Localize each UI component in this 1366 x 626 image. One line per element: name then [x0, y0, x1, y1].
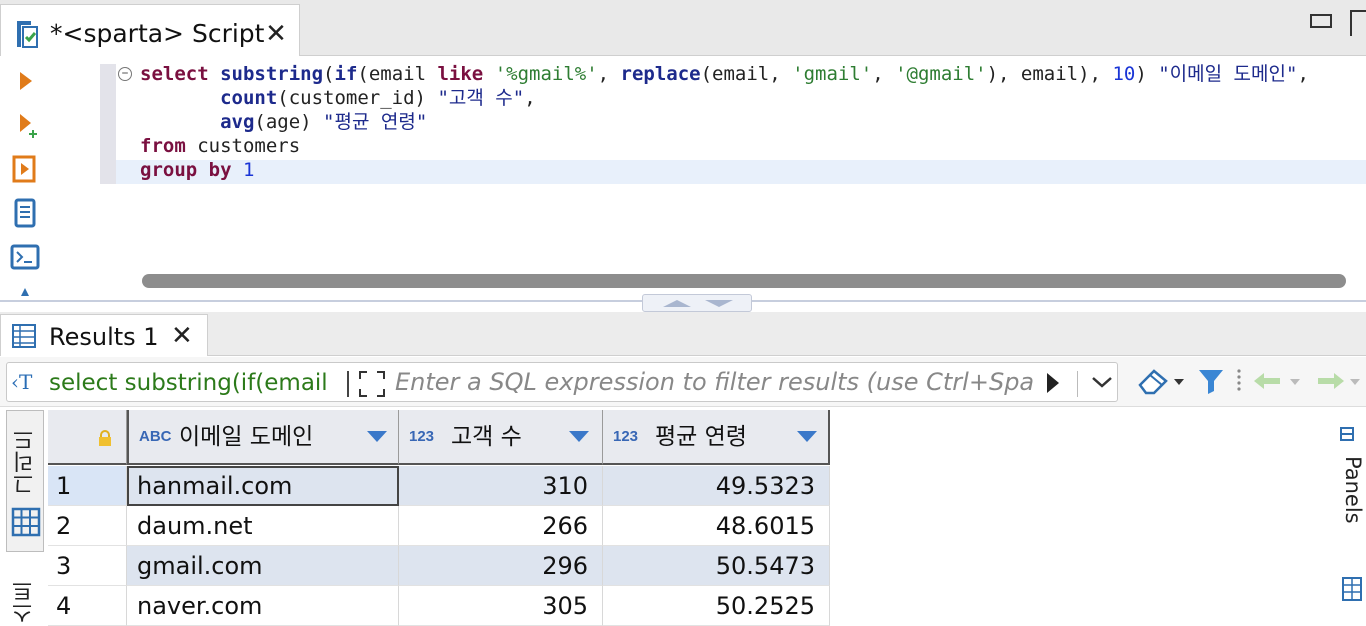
- filter-icon[interactable]: [1196, 365, 1226, 397]
- cell-email-domain[interactable]: daum.net: [127, 506, 399, 546]
- lock-icon: [99, 430, 111, 446]
- splitter-handle[interactable]: [642, 294, 752, 312]
- table-row[interactable]: 4 naver.com 305 50.2525: [48, 586, 830, 626]
- eraser-icon[interactable]: [1136, 365, 1186, 397]
- tab-results-1[interactable]: Results 1 ✕: [0, 314, 208, 356]
- results-tab-title: Results 1: [49, 323, 159, 351]
- filter-box: ‹T select substring(if(email: [6, 362, 1118, 402]
- execute-statement-icon[interactable]: [8, 64, 42, 98]
- sort-arrow-icon[interactable]: [569, 431, 589, 442]
- column-header-customer-count[interactable]: 123 고객 수: [399, 410, 603, 465]
- row-number[interactable]: 3: [48, 546, 127, 586]
- code-line-2: count(customer_id) "고객 수",: [220, 87, 536, 109]
- execute-in-new-tab-icon[interactable]: [8, 108, 42, 142]
- row-number[interactable]: 2: [48, 506, 127, 546]
- code-line-1: select substring(if(email like '%gmail%'…: [140, 63, 1309, 85]
- row-number[interactable]: 4: [48, 586, 127, 626]
- sql-script-icon: [17, 21, 38, 48]
- more-tools-icon[interactable]: [8, 282, 42, 300]
- maximize-icon[interactable]: [1350, 10, 1366, 36]
- execute-script-icon[interactable]: [8, 152, 42, 186]
- abc-type-icon: ABC: [139, 428, 172, 445]
- minimize-icon[interactable]: [1310, 14, 1332, 28]
- number-type-icon: 123: [613, 428, 639, 445]
- separator: [1077, 371, 1078, 397]
- play-icon[interactable]: [1047, 373, 1059, 393]
- statement-ruler: [100, 64, 116, 184]
- expand-icon[interactable]: [357, 369, 387, 399]
- cell-email-domain[interactable]: naver.com: [127, 586, 399, 626]
- text-source-icon: ‹T: [11, 370, 33, 394]
- number-type-icon: 123: [409, 428, 435, 445]
- tab-grid-view[interactable]: 그리드: [6, 410, 44, 552]
- column-header-email-domain[interactable]: ABC 이메일 도메인: [127, 410, 399, 465]
- cell-average-age[interactable]: 49.5323: [603, 466, 830, 506]
- console-icon[interactable]: [8, 240, 42, 274]
- forward-arrow-icon[interactable]: [1310, 365, 1362, 397]
- panels-side-tab[interactable]: Panels: [1340, 420, 1366, 626]
- code-line-4: from customers: [140, 135, 301, 157]
- code-line-5: group by 1: [140, 159, 255, 181]
- cell-average-age[interactable]: 48.6015: [603, 506, 830, 546]
- table-icon: [12, 324, 36, 348]
- drag-handle-icon: [1237, 369, 1241, 391]
- grid-tab-label: 그리드: [13, 429, 38, 495]
- table-row[interactable]: 1 hanmail.com 310 49.5323: [48, 466, 830, 506]
- cell-email-domain[interactable]: gmail.com: [127, 546, 399, 586]
- editor-side-toolbar: [0, 56, 50, 300]
- sql-code[interactable]: select substring(if(email like '%gmail%'…: [140, 62, 1309, 182]
- query-source-label[interactable]: select substring(if(email: [49, 369, 328, 397]
- grid-icon: [11, 507, 41, 537]
- column-header-label: 고객 수: [451, 424, 522, 450]
- cell-average-age[interactable]: 50.5473: [603, 546, 830, 586]
- cell-customer-count[interactable]: 296: [399, 546, 603, 586]
- table-row[interactable]: 2 daum.net 266 48.6015: [48, 506, 830, 546]
- column-header-label: 이메일 도메인: [179, 424, 314, 450]
- panels-icon: [1340, 427, 1354, 441]
- column-header-label: 평균 연령: [655, 424, 747, 450]
- chevron-down-icon[interactable]: [1085, 365, 1119, 399]
- panels-label: Panels: [1341, 456, 1365, 524]
- results-tab-bar: Results 1 ✕: [0, 312, 1366, 356]
- row-number[interactable]: 1: [48, 466, 127, 506]
- text-tab-label: 스트: [12, 580, 37, 624]
- horizontal-scrollbar[interactable]: [142, 274, 1346, 288]
- sort-arrow-icon[interactable]: [367, 431, 387, 442]
- maximize-restore-icon: [663, 300, 733, 307]
- tab-sparta-script[interactable]: *<sparta> Script ✕: [0, 4, 300, 56]
- tab-text-view[interactable]: 스트: [6, 566, 44, 626]
- cell-customer-count[interactable]: 305: [399, 586, 603, 626]
- cell-customer-count[interactable]: 266: [399, 506, 603, 546]
- filter-expression-input[interactable]: [395, 366, 1041, 398]
- cell-customer-count[interactable]: 310: [399, 466, 603, 506]
- row-number-header[interactable]: [48, 410, 127, 465]
- code-line-3: avg(age) "평균 연령": [220, 111, 428, 133]
- sql-editor[interactable]: – select substring(if(email like '%gmail…: [50, 56, 1366, 300]
- collapse-icon[interactable]: –: [118, 66, 132, 81]
- explain-plan-icon[interactable]: [8, 196, 42, 230]
- separator: [347, 371, 349, 397]
- cell-email-domain[interactable]: hanmail.com: [127, 466, 399, 506]
- table-row[interactable]: 3 gmail.com 296 50.5473: [48, 546, 830, 586]
- close-icon[interactable]: ✕: [171, 323, 193, 349]
- tab-title: *<sparta> Script: [50, 19, 265, 48]
- editor-tab-bar: *<sparta> Script ✕: [0, 0, 1366, 56]
- panel-grid-icon: [1342, 577, 1362, 601]
- close-icon[interactable]: ✕: [263, 21, 289, 47]
- sort-arrow-icon[interactable]: [797, 431, 817, 442]
- filter-toolbar: ‹T select substring(if(email: [0, 357, 1366, 407]
- cell-average-age[interactable]: 50.2525: [603, 586, 830, 626]
- column-header-average-age[interactable]: 123 평균 연령: [603, 410, 830, 465]
- back-arrow-icon[interactable]: [1250, 365, 1302, 397]
